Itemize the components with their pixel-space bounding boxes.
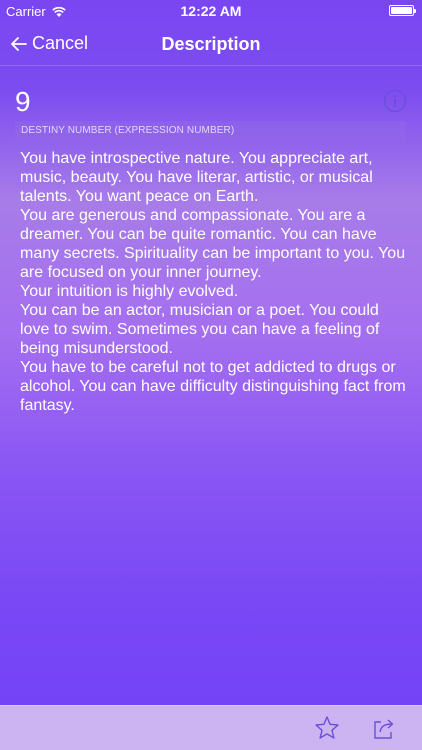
- description-paragraph: You are generous and compassionate. You …: [20, 207, 406, 281]
- description-paragraph: You have to be careful not to get addict…: [20, 359, 406, 414]
- section-subtitle: DESTINY NUMBER (EXPRESSION NUMBER): [15, 121, 406, 141]
- page-title: Description: [161, 34, 261, 54]
- share-icon[interactable]: [371, 715, 397, 741]
- info-icon[interactable]: [383, 89, 407, 113]
- status-time: 12:22 AM: [180, 3, 242, 19]
- destiny-number: 9: [15, 86, 31, 117]
- star-icon[interactable]: [314, 715, 340, 741]
- bottom-toolbar: [0, 705, 422, 750]
- description-paragraph: You have introspective nature. You appre…: [20, 150, 373, 205]
- navigation-bar: Cancel Description: [0, 22, 422, 66]
- subtitle-label: DESTINY NUMBER (EXPRESSION NUMBER): [21, 125, 235, 136]
- description-paragraph: Your intuition is highly evolved.: [20, 283, 239, 300]
- description-paragraph: You can be an actor, musician or a poet.…: [20, 302, 380, 357]
- description-text: You have introspective nature. You appre…: [20, 149, 408, 415]
- status-bar: Carrier 12:22 AM: [0, 0, 422, 22]
- battery-icon: [389, 5, 416, 16]
